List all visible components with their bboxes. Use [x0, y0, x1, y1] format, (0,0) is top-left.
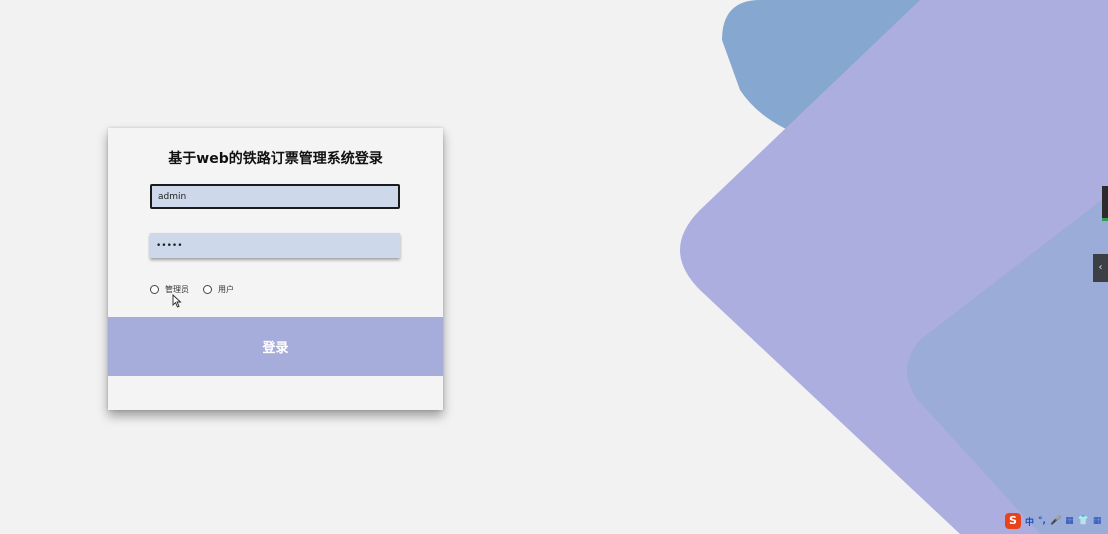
password-input[interactable] — [150, 233, 400, 258]
punctuation-icon[interactable]: °, — [1038, 516, 1046, 526]
ime-toolbar: S 中 °, 🎤 ▦ 👕 ▦ — [1005, 511, 1108, 531]
role-option-user[interactable]: 用户 — [203, 284, 234, 295]
skin-icon[interactable]: 👕 — [1078, 516, 1089, 526]
mouse-cursor-icon — [172, 294, 182, 308]
role-radio-group: 管理员 用户 — [150, 282, 248, 296]
chevron-left-icon[interactable]: ‹ — [1093, 254, 1108, 282]
radio-admin[interactable] — [150, 284, 159, 294]
ime-mode-icon[interactable]: 中 — [1025, 515, 1034, 528]
grid-icon[interactable]: ▦ — [1093, 516, 1102, 526]
sogou-ime-icon[interactable]: S — [1005, 513, 1021, 529]
login-card: 基于web的铁路订票管理系统登录 管理员 用户 登录 — [108, 128, 443, 410]
role-label-user: 用户 — [218, 284, 234, 294]
role-option-admin[interactable]: 管理员 — [150, 284, 189, 295]
login-button[interactable]: 登录 — [108, 317, 443, 376]
side-panel-strip — [1102, 186, 1108, 221]
role-label-admin: 管理员 — [165, 284, 189, 294]
username-input[interactable] — [150, 184, 400, 209]
microphone-icon[interactable]: 🎤 — [1050, 516, 1061, 526]
keyboard-icon[interactable]: ▦ — [1065, 516, 1074, 526]
radio-user[interactable] — [203, 284, 212, 294]
login-title: 基于web的铁路订票管理系统登录 — [168, 151, 383, 167]
